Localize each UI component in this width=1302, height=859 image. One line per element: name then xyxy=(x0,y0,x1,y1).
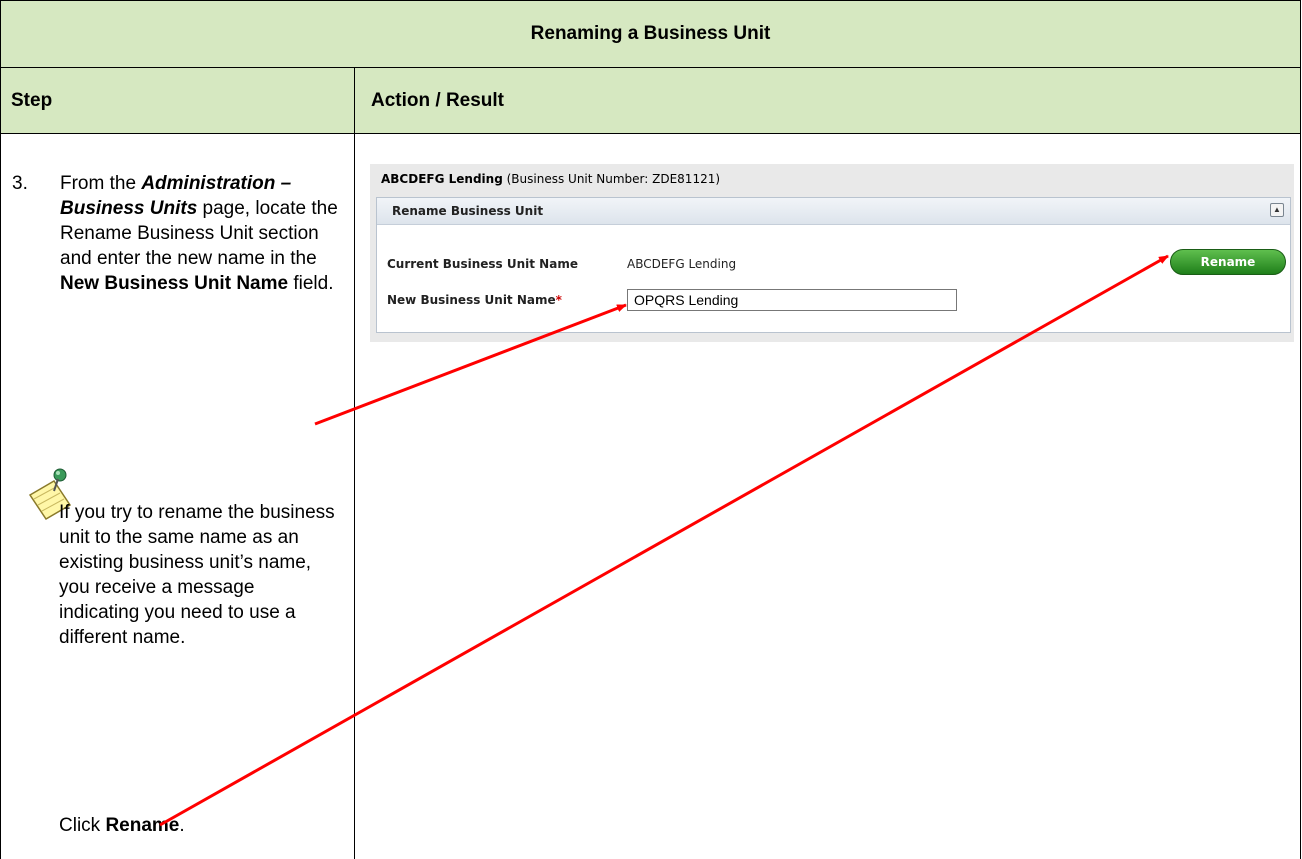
click-instruction: Click Rename. xyxy=(59,813,185,838)
step-text-3: field. xyxy=(288,273,334,294)
table-title: Renaming a Business Unit xyxy=(1,1,1300,68)
business-unit-number: (Business Unit Number: ZDE81121) xyxy=(506,172,721,186)
click-prefix: Click xyxy=(59,815,106,836)
step-text-1: From the xyxy=(60,173,142,194)
column-header-step: Step xyxy=(11,90,53,111)
rename-panel: Rename Business Unit ▲ Current Business … xyxy=(376,197,1291,333)
procedure-table: Renaming a Business Unit Step Action / R… xyxy=(0,0,1301,859)
rename-button[interactable]: Rename xyxy=(1170,249,1286,275)
required-mark: * xyxy=(555,293,562,307)
click-suffix: . xyxy=(179,815,185,836)
collapse-up-icon[interactable]: ▲ xyxy=(1270,203,1284,217)
business-unit-name: ABCDEFG Lending xyxy=(381,172,503,186)
current-name-value: ABCDEFG Lending xyxy=(627,257,737,271)
business-unit-heading: ABCDEFG Lending (Business Unit Number: Z… xyxy=(381,172,720,186)
rename-screenshot: ABCDEFG Lending (Business Unit Number: Z… xyxy=(370,164,1294,342)
current-name-label: Current Business Unit Name xyxy=(387,257,578,271)
click-target: Rename xyxy=(105,815,180,836)
step-field-name: New Business Unit Name xyxy=(60,273,289,294)
new-name-input[interactable]: OPQRS Lending xyxy=(627,289,957,311)
step-number: 3. xyxy=(12,173,28,194)
table-header-row: Step Action / Result xyxy=(1,68,1300,134)
new-name-label-text: New Business Unit Name xyxy=(387,293,556,307)
new-name-label: New Business Unit Name* xyxy=(387,293,562,307)
rename-panel-header[interactable]: Rename Business Unit ▲ xyxy=(377,198,1290,225)
column-divider xyxy=(354,67,355,859)
rename-panel-title: Rename Business Unit xyxy=(392,204,544,218)
note-text: If you try to rename the business unit t… xyxy=(59,502,335,648)
step-body: From the Administration – Business Units… xyxy=(60,171,352,296)
column-header-action: Action / Result xyxy=(371,90,505,111)
